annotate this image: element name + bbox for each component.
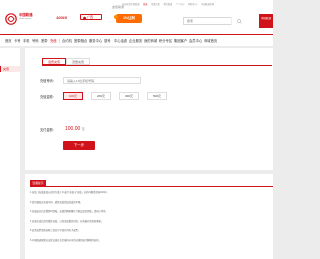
- nav-item-home[interactable]: 首页: [5, 38, 12, 43]
- nav-item-fusion[interactable]: 宽带融合: [74, 38, 87, 43]
- pay-amount-value: 100.00: [65, 126, 81, 132]
- amount-option-300[interactable]: 300元: [119, 92, 139, 100]
- promo-main-text: 1%让利: [116, 14, 142, 23]
- notice-line-3: 3.充值成功后话费即时到账，如遇到网络繁忙可能会延迟到账，请耐心等待。: [30, 211, 108, 214]
- promo-coin-icon: [114, 15, 118, 19]
- logo-subtitle: China unicom: [19, 18, 32, 20]
- top-link-welcome: 欢迎来到中国联通: [122, 4, 140, 6]
- recharge-panel: 话费充值 流量充值 充值号码： 充值金额： 100元 200元 300元 500…: [25, 48, 273, 170]
- top-link-cart[interactable]: 购物车(0): [188, 4, 197, 6]
- nav-item-my-mall[interactable]: 我的商城: [144, 38, 157, 43]
- pay-amount: 100.00 元: [65, 126, 85, 132]
- top-link-register[interactable]: 免费注册: [151, 4, 160, 6]
- nav-item-number[interactable]: 号码: [32, 38, 39, 43]
- nav-item-broadband[interactable]: 宽带: [41, 38, 48, 43]
- next-step-button[interactable]: 下一步: [63, 141, 95, 150]
- right-red-badge[interactable]: 中国联通: [259, 14, 273, 28]
- nav-item-lucky-number[interactable]: 靓号: [104, 38, 111, 43]
- pay-amount-unit: 元: [81, 127, 85, 131]
- top-link-personal[interactable]: 个人中心: [176, 4, 185, 6]
- tab-data-recharge[interactable]: 流量充值: [66, 58, 90, 65]
- top-header: 中国联通 China unicom 10010 广西 金色联通 1%让利 欢迎来…: [0, 0, 273, 34]
- amount-option-200[interactable]: 200元: [91, 92, 111, 100]
- left-sidebar: 充值: [0, 48, 20, 259]
- logo-name: 中国联通: [19, 13, 33, 17]
- pay-label: 支付金额：: [40, 128, 56, 132]
- notice-line-5: 5.如需发票请登录网上营业厅申请开具电子发票。: [30, 230, 81, 233]
- notice-line-2: 2.请仔细核对充值号码，避免充值错误造成的不便。: [30, 201, 83, 204]
- notice-divider: [30, 186, 273, 187]
- nav-item-service[interactable]: 服务中心: [89, 38, 102, 43]
- nav-item-enterprise[interactable]: 企业服务: [129, 38, 142, 43]
- top-link-official[interactable]: 中国联通官网: [201, 4, 214, 6]
- main-nav: 首页 卡号 手机 号码 宽带 充值 合约机 宽带融合 服务中心 靓号 中心话费 …: [0, 34, 273, 46]
- nav-item-member[interactable]: 会员中心: [189, 38, 202, 43]
- phone-label: 充值号码：: [40, 79, 56, 83]
- top-links: 欢迎来到中国联通 登录 免费注册 我的联通 个人中心 购物车(0) 中国联通官网: [122, 2, 217, 6]
- top-link-my-unicom[interactable]: 我的联通: [163, 4, 172, 6]
- nav-item-recharge[interactable]: 充值: [50, 38, 57, 43]
- city-selector[interactable]: 广西: [80, 14, 102, 20]
- notice-panel: 温馨提示 1.充值【充值面值以实际为准】不支持“充值卡”充值，如有问题请咨询10…: [25, 174, 273, 259]
- promo-banner[interactable]: 金色联通 1%让利: [112, 3, 148, 29]
- nav-item-fees[interactable]: 中心话费: [114, 38, 127, 43]
- tab-underline: [42, 65, 272, 66]
- city-label: 广西: [87, 15, 94, 19]
- search-icon: [237, 18, 242, 24]
- notice-line-4: 4.充值完成后请勿重复充值，以免造成重复扣款，如有疑问请咨询客服。: [30, 220, 104, 223]
- notice-line-1: 1.充值【充值面值以实际为准】不支持“充值卡”充值，如有问题请咨询10010。: [30, 192, 109, 194]
- nav-item-points[interactable]: 积分专区: [159, 38, 172, 43]
- phone-number-input[interactable]: [63, 77, 141, 84]
- nav-item-mall-home[interactable]: 商城首页: [204, 38, 217, 43]
- nav-item-phone[interactable]: 手机: [23, 38, 30, 43]
- unicom-knot-icon: [5, 13, 17, 25]
- amount-label: 充值金额：: [40, 95, 56, 99]
- notice-line-6: 6.中国联通保留在法律法规允许范围内对本活动规则进行解释的权利。: [30, 239, 101, 242]
- notice-list: 1.充值【充值面值以实际为准】不支持“充值卡”充值，如有问题请咨询10010。 …: [30, 189, 273, 247]
- location-pin-icon: [82, 15, 87, 20]
- nav-item-card[interactable]: 卡号: [14, 38, 21, 43]
- amount-option-500[interactable]: 500元: [147, 92, 167, 100]
- tab-phone-recharge[interactable]: 话费充值: [42, 58, 66, 65]
- sidebar-item-recharge[interactable]: 充值: [0, 66, 20, 72]
- hotline-number: 10010: [56, 15, 68, 20]
- nav-divider: [59, 39, 60, 43]
- nav-item-contract[interactable]: 合约机: [62, 38, 72, 43]
- nav-item-group[interactable]: 集团客户: [174, 38, 187, 43]
- unicom-logo[interactable]: [5, 13, 17, 25]
- amount-option-100[interactable]: 100元: [63, 92, 83, 100]
- top-link-login[interactable]: 登录: [143, 4, 147, 6]
- search-button[interactable]: [231, 17, 247, 25]
